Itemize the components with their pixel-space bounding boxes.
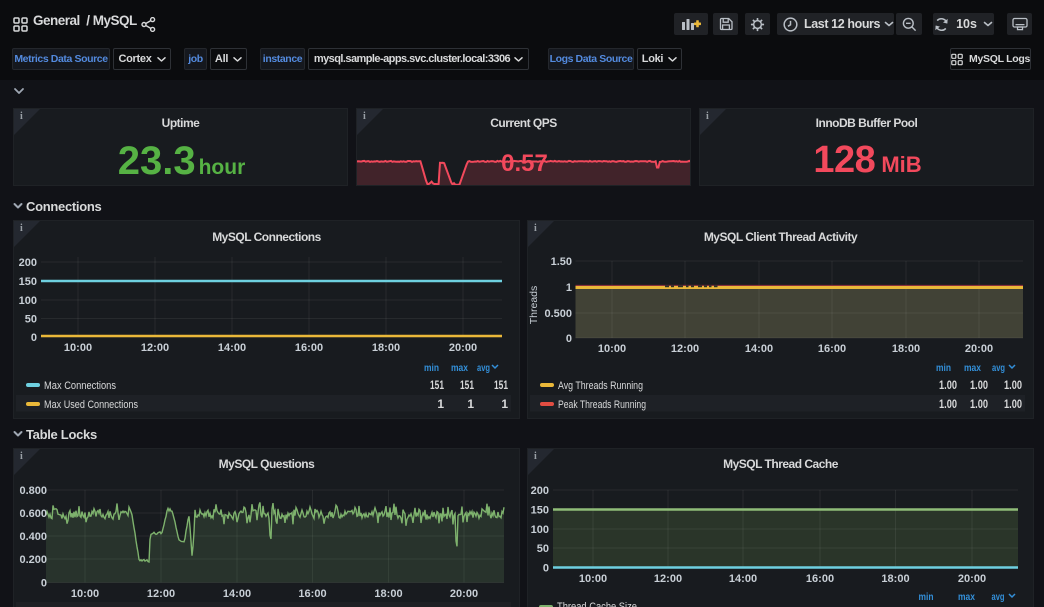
svg-text:20:00: 20:00 — [450, 588, 478, 600]
svg-text:1.00: 1.00 — [1004, 378, 1022, 392]
svg-text:Max Connections: Max Connections — [44, 380, 116, 392]
svg-text:18:00: 18:00 — [881, 573, 909, 585]
svg-text:avg: avg — [477, 362, 490, 374]
svg-text:18:00: 18:00 — [372, 342, 400, 354]
svg-text:max: max — [964, 362, 981, 374]
svg-text:151: 151 — [430, 378, 444, 392]
svg-text:0.200: 0.200 — [19, 554, 47, 566]
svg-text:50: 50 — [25, 314, 37, 326]
svg-text:12:00: 12:00 — [671, 343, 699, 355]
svg-text:10:00: 10:00 — [64, 342, 92, 354]
svg-text:0: 0 — [566, 333, 572, 345]
svg-text:14:00: 14:00 — [218, 342, 246, 354]
svg-text:1.00: 1.00 — [939, 397, 957, 411]
svg-text:1: 1 — [501, 397, 508, 411]
svg-text:1: 1 — [437, 397, 444, 411]
svg-text:1.00: 1.00 — [970, 378, 988, 392]
svg-text:100: 100 — [531, 524, 549, 536]
svg-text:10:00: 10:00 — [71, 588, 99, 600]
svg-text:20:00: 20:00 — [449, 342, 477, 354]
svg-text:Avg Threads Running: Avg Threads Running — [558, 380, 643, 392]
svg-text:16:00: 16:00 — [818, 343, 846, 355]
svg-text:0: 0 — [543, 563, 549, 575]
svg-text:avg: avg — [992, 362, 1005, 374]
svg-text:min: min — [919, 591, 934, 603]
svg-text:min: min — [424, 362, 439, 374]
svg-text:max: max — [958, 591, 975, 603]
svg-text:16:00: 16:00 — [298, 588, 326, 600]
svg-text:0.400: 0.400 — [19, 531, 47, 543]
svg-text:0.800: 0.800 — [19, 485, 47, 497]
svg-text:Max Used Connections: Max Used Connections — [44, 399, 138, 411]
svg-text:18:00: 18:00 — [892, 343, 920, 355]
svg-text:0.600: 0.600 — [19, 508, 47, 520]
svg-text:max: max — [451, 362, 468, 374]
svg-text:100: 100 — [19, 295, 37, 307]
svg-text:50: 50 — [537, 543, 549, 555]
svg-text:avg: avg — [992, 591, 1005, 603]
svg-text:14:00: 14:00 — [745, 343, 773, 355]
svg-text:16:00: 16:00 — [295, 342, 323, 354]
svg-text:200: 200 — [19, 257, 37, 269]
svg-text:10:00: 10:00 — [579, 573, 607, 585]
svg-text:151: 151 — [460, 378, 474, 392]
svg-text:20:00: 20:00 — [958, 573, 986, 585]
svg-text:12:00: 12:00 — [141, 342, 169, 354]
svg-text:min: min — [936, 362, 951, 374]
svg-text:12:00: 12:00 — [654, 573, 682, 585]
svg-text:18:00: 18:00 — [374, 588, 402, 600]
svg-text:12:00: 12:00 — [147, 588, 175, 600]
svg-text:0: 0 — [41, 578, 47, 590]
svg-text:200: 200 — [531, 485, 549, 497]
svg-text:1: 1 — [566, 282, 572, 294]
svg-text:1.50: 1.50 — [551, 256, 572, 268]
svg-text:Threads: Threads — [528, 286, 540, 325]
svg-text:14:00: 14:00 — [223, 588, 251, 600]
svg-text:Peak Threads Running: Peak Threads Running — [558, 399, 646, 411]
svg-text:1.00: 1.00 — [939, 378, 957, 392]
svg-text:1: 1 — [467, 397, 474, 411]
svg-text:10:00: 10:00 — [598, 343, 626, 355]
svg-text:Thread Cache Size: Thread Cache Size — [557, 601, 637, 607]
svg-text:0: 0 — [31, 332, 37, 344]
svg-text:16:00: 16:00 — [806, 573, 834, 585]
svg-text:0.500: 0.500 — [544, 308, 572, 320]
svg-text:20:00: 20:00 — [965, 343, 993, 355]
svg-text:150: 150 — [19, 276, 37, 288]
svg-text:151: 151 — [494, 378, 508, 392]
svg-text:150: 150 — [531, 505, 549, 517]
svg-text:1.00: 1.00 — [970, 397, 988, 411]
svg-text:14:00: 14:00 — [729, 573, 757, 585]
svg-text:1.00: 1.00 — [1004, 397, 1022, 411]
